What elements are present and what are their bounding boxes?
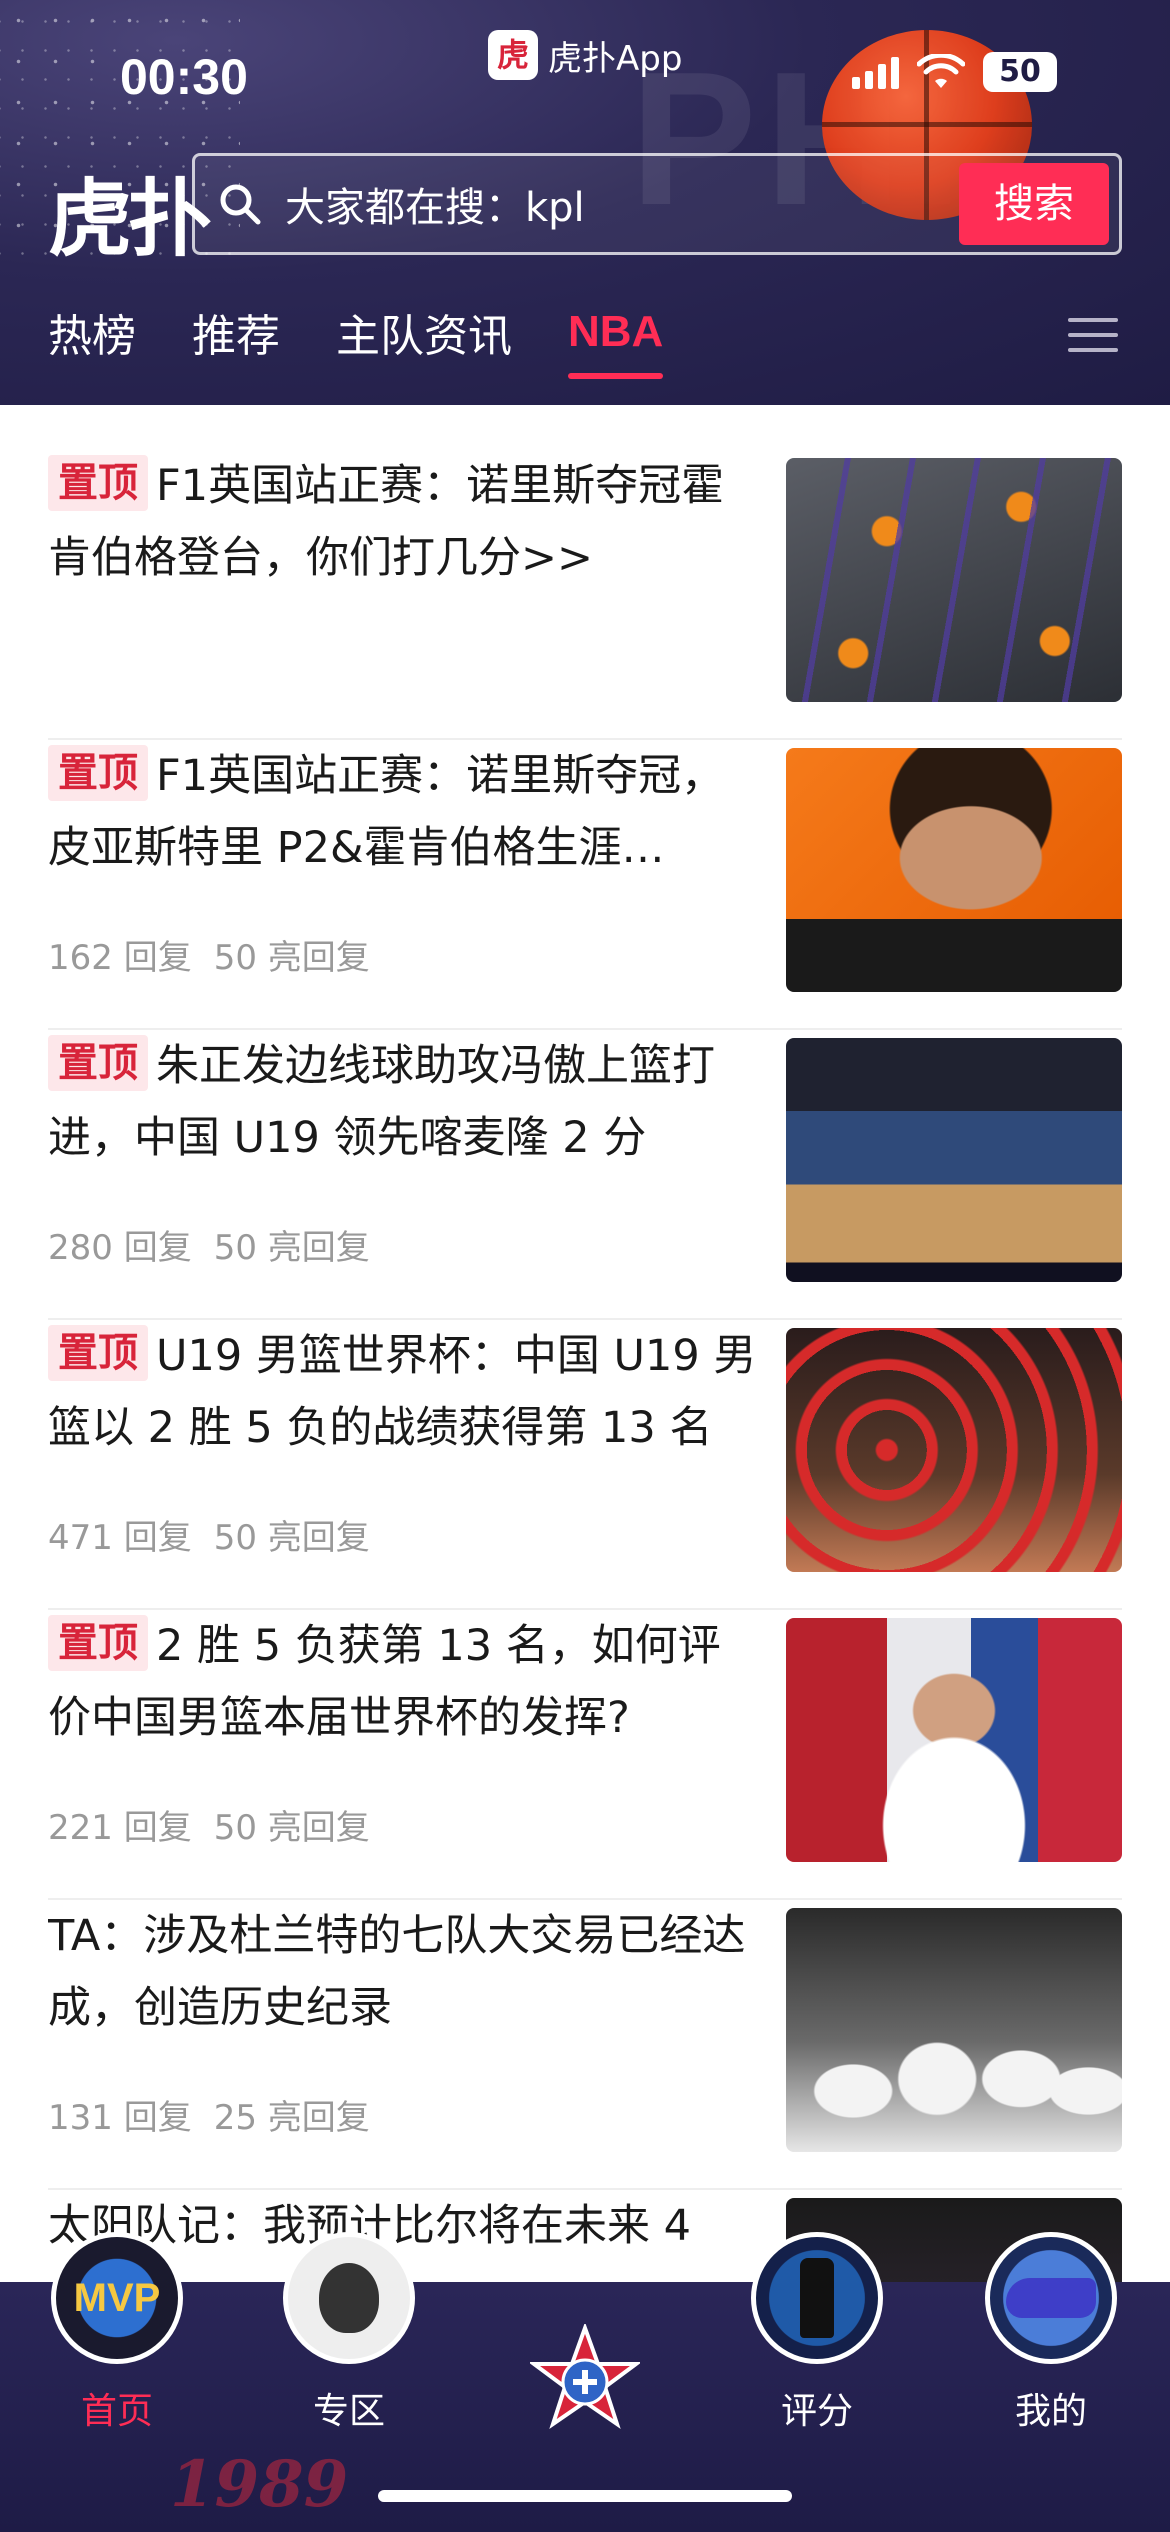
tab-label: 首页: [80, 2391, 153, 2432]
return-to-app-link[interactable]: 虎 虎扑App: [488, 30, 682, 80]
list-item[interactable]: 置顶 2 胜 5 负获第 13 名，如何评价中国男篮本届世界杯的发挥? 221 回…: [48, 1610, 1122, 1900]
item-title: 置顶 朱正发边线球助攻冯傲上篮打进，中国 U19 领先喀麦隆 2 分: [48, 1030, 763, 1174]
pinned-badge: 置顶: [48, 1035, 148, 1091]
tab-label: 我的: [1014, 2391, 1087, 2432]
home-indicator[interactable]: [378, 2490, 792, 2502]
reply-count: 280 回复: [48, 1228, 192, 1268]
light-reply-count: 50 亮回复: [213, 938, 370, 978]
rating-bottle-icon: [751, 2232, 883, 2364]
cellular-signal-icon: [852, 55, 899, 89]
mvp-avatar-icon: MVP: [51, 2232, 183, 2364]
channel-tabs: 热榜 推荐 主队资讯 NBA: [48, 300, 664, 379]
battery-indicator: 50: [983, 52, 1057, 92]
hupu-logo[interactable]: 虎扑: [48, 152, 212, 273]
light-reply-count: 25 亮回复: [213, 2098, 370, 2138]
item-meta: 131 回复 25 亮回复: [48, 2090, 370, 2139]
item-text: TA：涉及杜兰特的七队大交易已经达成，创造历史纪录 131 回复 25 亮回复: [48, 1900, 763, 2138]
list-item[interactable]: 置顶 U19 男篮世界杯：中国 U19 男篮以 2 胜 5 负的战绩获得第 13 …: [48, 1320, 1122, 1610]
tab-label: 专区: [312, 2391, 385, 2432]
search-icon: [195, 182, 285, 226]
item-meta: 162 回复 50 亮回复: [48, 930, 370, 979]
item-meta: 221 回复 50 亮回复: [48, 1800, 370, 1849]
thumbnail-image: [786, 1908, 1122, 2152]
reply-count: 162 回复: [48, 938, 192, 978]
thumbnail-image: [786, 1328, 1122, 1572]
item-text: 置顶 F1英国站正赛：诺里斯夺冠霍肯伯格登台，你们打几分>>: [48, 450, 763, 594]
item-title: 置顶 U19 男篮世界杯：中国 U19 男篮以 2 胜 5 负的战绩获得第 13 …: [48, 1320, 763, 1464]
item-title: TA：涉及杜兰特的七队大交易已经达成，创造历史纪录: [48, 1911, 746, 2033]
light-reply-count: 50 亮回复: [213, 1518, 370, 1558]
search-bar[interactable]: 大家都在搜：kpl 搜索: [192, 153, 1122, 255]
tab-zone[interactable]: 专区: [264, 2232, 434, 2434]
reply-count: 221 回复: [48, 1808, 192, 1848]
reply-count: 131 回复: [48, 2098, 192, 2138]
thumbnail-image: [786, 1618, 1122, 1862]
light-reply-count: 50 亮回复: [213, 1228, 370, 1268]
item-text: 置顶 U19 男篮世界杯：中国 U19 男篮以 2 胜 5 负的战绩获得第 13 …: [48, 1320, 763, 1558]
wifi-icon: [917, 54, 965, 88]
pinned-badge: 置顶: [48, 455, 148, 511]
list-item[interactable]: 置顶 朱正发边线球助攻冯傲上篮打进，中国 U19 领先喀麦隆 2 分 280 回复…: [48, 1030, 1122, 1320]
list-item[interactable]: TA：涉及杜兰特的七队大交易已经达成，创造历史纪录 131 回复 25 亮回复: [48, 1900, 1122, 2190]
light-reply-count: 50 亮回复: [213, 1808, 370, 1848]
tab-nba[interactable]: NBA: [568, 307, 664, 379]
news-feed: 置顶 F1英国站正赛：诺里斯夺冠霍肯伯格登台，你们打几分>> 置顶 F1英国站正赛：…: [48, 450, 1122, 2480]
thumbnail-image: [786, 1038, 1122, 1282]
tab-home[interactable]: MVP 首页: [32, 2232, 202, 2434]
item-text: 置顶 朱正发边线球助攻冯傲上篮打进，中国 U19 领先喀麦隆 2 分 280 回复…: [48, 1030, 763, 1268]
status-indicators: 50: [852, 52, 1057, 92]
pinned-badge: 置顶: [48, 745, 148, 801]
item-title: 置顶 2 胜 5 负获第 13 名，如何评价中国男篮本届世界杯的发挥?: [48, 1610, 763, 1754]
tab-label: 评分: [780, 2391, 853, 2432]
item-text: 置顶 F1英国站正赛：诺里斯夺冠，皮亚斯特里 P2&霍肯伯格生涯… 162 回复 5…: [48, 740, 763, 978]
tab-me[interactable]: 我的: [966, 2232, 1136, 2434]
return-app-label: 虎扑App: [548, 38, 683, 79]
item-title: 置顶 F1英国站正赛：诺里斯夺冠霍肯伯格登台，你们打几分>>: [48, 450, 763, 594]
item-text: 置顶 2 胜 5 负获第 13 名，如何评价中国男篮本届世界杯的发挥? 221 回…: [48, 1610, 763, 1848]
item-meta: 280 回复 50 亮回复: [48, 1220, 370, 1269]
thumbnail-image: [786, 748, 1122, 992]
star-publish-icon[interactable]: [530, 2324, 640, 2434]
reply-count: 471 回复: [48, 1518, 192, 1558]
search-button[interactable]: 搜索: [959, 163, 1109, 245]
tab-rating[interactable]: 评分: [732, 2232, 902, 2434]
app-header: PHI 00:30 虎 虎扑App 50 虎扑 大家都在搜：kpl 搜索 热榜 …: [0, 0, 1170, 405]
tab-recommend[interactable]: 推荐: [192, 300, 280, 364]
status-time: 00:30: [120, 49, 248, 105]
hupu-app-icon: 虎: [488, 30, 538, 80]
pinned-badge: 置顶: [48, 1325, 148, 1381]
zone-avatar-icon: [283, 2232, 415, 2364]
tab-team-news[interactable]: 主队资讯: [336, 300, 512, 364]
item-meta: 471 回复 50 亮回复: [48, 1510, 370, 1559]
menu-icon[interactable]: [1068, 318, 1118, 363]
list-item[interactable]: 置顶 F1英国站正赛：诺里斯夺冠霍肯伯格登台，你们打几分>>: [48, 450, 1122, 740]
pinned-badge: 置顶: [48, 1615, 148, 1671]
search-input[interactable]: 大家都在搜：kpl: [285, 175, 959, 233]
sneaker-avatar-icon: [985, 2232, 1117, 2364]
item-title: 置顶 F1英国站正赛：诺里斯夺冠，皮亚斯特里 P2&霍肯伯格生涯…: [48, 740, 763, 884]
thumbnail-image: [786, 458, 1122, 702]
tab-hot[interactable]: 热榜: [48, 300, 136, 364]
tabbar-watermark: 1989: [170, 2447, 349, 2522]
list-item[interactable]: 置顶 F1英国站正赛：诺里斯夺冠，皮亚斯特里 P2&霍肯伯格生涯… 162 回复 5…: [48, 740, 1122, 1030]
